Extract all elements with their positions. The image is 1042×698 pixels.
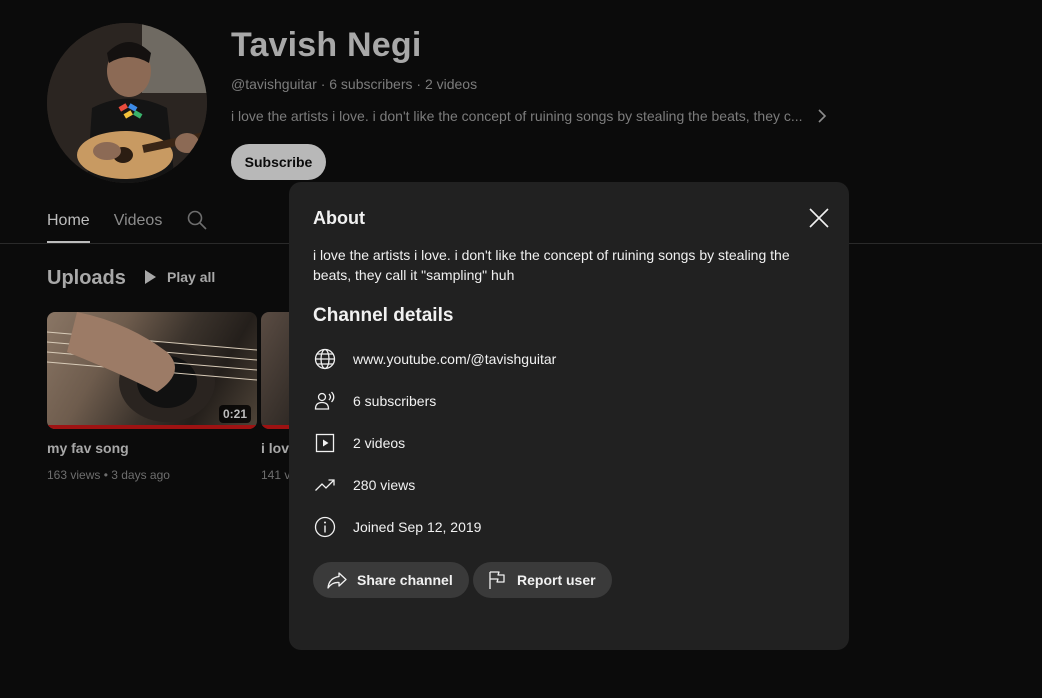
play-icon bbox=[145, 270, 156, 284]
share-channel-label: Share channel bbox=[357, 572, 453, 588]
channel-description-preview[interactable]: i love the artists i love. i don't like … bbox=[231, 108, 827, 124]
close-icon bbox=[809, 208, 829, 228]
about-dialog: About i love the artists i love. i don't… bbox=[289, 182, 849, 650]
uploads-heading: Uploads bbox=[47, 267, 126, 289]
detail-text: www.youtube.com/@tavishguitar bbox=[353, 351, 557, 367]
avatar-image bbox=[47, 23, 207, 183]
channel-name: Tavish Negi bbox=[231, 26, 422, 64]
watch-progress-bar bbox=[47, 425, 257, 429]
video-thumbnail[interactable]: 0:21 bbox=[47, 312, 257, 429]
detail-subscribers: 6 subscribers bbox=[313, 389, 436, 413]
channel-details-heading: Channel details bbox=[313, 305, 454, 326]
detail-text: Joined Sep 12, 2019 bbox=[353, 519, 482, 535]
close-button[interactable] bbox=[805, 204, 833, 232]
tab-search[interactable] bbox=[186, 200, 208, 243]
channel-meta: @tavishguitar · 6 subscribers · 2 videos bbox=[231, 76, 478, 92]
report-user-button[interactable]: Report user bbox=[473, 562, 612, 598]
tab-videos[interactable]: Videos bbox=[114, 200, 163, 243]
play-all-button[interactable]: Play all bbox=[143, 269, 215, 285]
video-icon bbox=[315, 433, 335, 453]
about-description: i love the artists i love. i don't like … bbox=[313, 247, 790, 283]
detail-text: 280 views bbox=[353, 477, 416, 493]
detail-text: 2 videos bbox=[353, 435, 406, 451]
detail-text: 6 subscribers bbox=[353, 393, 437, 409]
channel-tabs: Home Videos bbox=[47, 200, 208, 243]
info-icon bbox=[314, 516, 336, 538]
subscribe-button[interactable]: Subscribe bbox=[231, 144, 326, 180]
video-duration: 0:21 bbox=[218, 405, 251, 423]
channel-avatar[interactable] bbox=[47, 23, 207, 183]
detail-views: 280 views bbox=[313, 473, 415, 497]
tab-home[interactable]: Home bbox=[47, 200, 90, 243]
play-all-label: Play all bbox=[167, 269, 216, 285]
channel-description-text: i love the artists i love. i don't like … bbox=[231, 108, 803, 124]
video-title[interactable]: my fav song bbox=[47, 440, 129, 456]
detail-joined: Joined Sep 12, 2019 bbox=[313, 515, 481, 539]
search-icon bbox=[188, 210, 207, 230]
globe-icon bbox=[314, 348, 336, 370]
trending-icon bbox=[315, 479, 335, 491]
report-user-label: Report user bbox=[517, 572, 596, 588]
video-meta: 163 views • 3 days ago bbox=[47, 468, 170, 482]
detail-videos: 2 videos bbox=[313, 431, 405, 455]
chevron-right-icon[interactable] bbox=[817, 109, 827, 123]
subscribers-icon bbox=[314, 391, 335, 410]
flag-icon bbox=[489, 571, 505, 589]
detail-url[interactable]: www.youtube.com/@tavishguitar bbox=[313, 347, 556, 371]
share-icon bbox=[327, 572, 347, 589]
about-title: About bbox=[313, 208, 365, 228]
share-channel-button[interactable]: Share channel bbox=[313, 562, 469, 598]
